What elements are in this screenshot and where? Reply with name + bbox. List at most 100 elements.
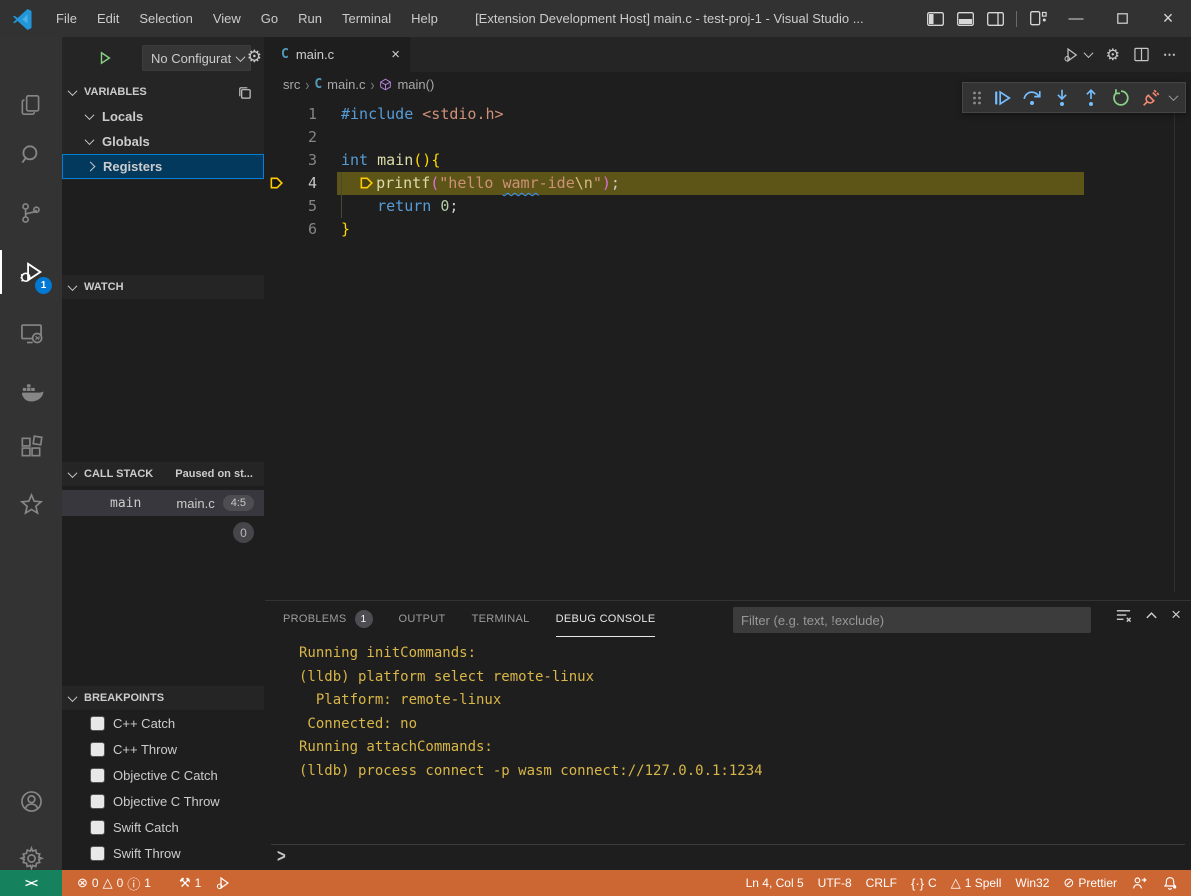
breakpoint-row[interactable]: Swift Throw <box>62 840 264 866</box>
debug-status-icon-item[interactable] <box>208 870 238 896</box>
maximize-button[interactable] <box>1099 0 1145 37</box>
code-line-6[interactable]: 6} <box>265 218 1191 241</box>
breakpoint-row[interactable]: Objective C Catch <box>62 762 264 788</box>
breadcrumb-folder[interactable]: src <box>283 77 300 92</box>
step-into-button[interactable] <box>1051 87 1073 109</box>
step-over-button[interactable] <box>1021 87 1043 109</box>
explorer-icon[interactable] <box>0 81 62 129</box>
toolbar-drag-grip[interactable] <box>971 90 983 106</box>
menu-selection[interactable]: Selection <box>129 6 202 32</box>
clear-console-icon[interactable] <box>1115 607 1132 624</box>
menu-edit[interactable]: Edit <box>87 6 129 32</box>
menu-help[interactable]: Help <box>401 6 448 32</box>
close-window-button[interactable]: × <box>1145 0 1191 37</box>
line-number[interactable]: 5 <box>265 195 317 218</box>
breakpoint-checkbox[interactable] <box>90 846 105 861</box>
language-mode[interactable]: {·} C <box>904 870 944 896</box>
stack-frame-row[interactable]: main main.c 4:5 <box>62 490 264 516</box>
code-line-4[interactable]: 4 printf("hello wamr-ide\n"); <box>265 172 1191 195</box>
breakpoint-row[interactable]: Swift Catch <box>62 814 264 840</box>
variables-scope-globals[interactable]: Globals <box>62 129 264 154</box>
breakpoint-row[interactable]: C++ Throw <box>62 736 264 762</box>
start-debug-icon[interactable] <box>98 51 112 65</box>
variables-scope-locals[interactable]: Locals <box>62 104 264 129</box>
breakpoint-row[interactable]: Objective C Throw <box>62 788 264 814</box>
docker-icon[interactable] <box>0 368 62 416</box>
breakpoint-checkbox[interactable] <box>90 742 105 757</box>
disconnect-button[interactable] <box>1140 87 1162 109</box>
close-tab-icon[interactable]: × <box>391 46 400 63</box>
editor-settings-gear-icon[interactable]: ⚙ <box>1106 45 1120 65</box>
watch-section-header[interactable]: WATCH <box>62 275 264 299</box>
code-line-5[interactable]: 5 return 0; <box>265 195 1191 218</box>
more-actions-icon[interactable]: ⋯ <box>1163 47 1177 63</box>
copy-value-icon[interactable] <box>237 85 252 100</box>
favorites-star-icon[interactable] <box>0 480 62 528</box>
customize-layout-icon[interactable] <box>1023 0 1053 37</box>
extensions-icon[interactable] <box>0 423 62 471</box>
line-number[interactable]: 3 <box>265 149 317 172</box>
line-number[interactable]: 4 <box>265 172 317 195</box>
console-input-row[interactable]: > <box>271 844 1185 868</box>
breadcrumb-file[interactable]: main.c <box>327 77 365 92</box>
continue-button[interactable] <box>991 87 1013 109</box>
remote-indicator[interactable]: >< <box>0 870 62 896</box>
toggle-panel-icon[interactable] <box>950 0 980 37</box>
remote-explorer-icon[interactable] <box>0 309 62 357</box>
debug-toolbar-chevron-icon[interactable] <box>1169 91 1179 101</box>
variables-scope-registers[interactable]: Registers <box>62 154 264 179</box>
breakpoints-section-header[interactable]: BREAKPOINTS <box>62 686 264 710</box>
toolchain-status[interactable]: ⚒ 1 <box>172 870 208 896</box>
close-panel-icon[interactable]: × <box>1171 605 1181 625</box>
menu-run[interactable]: Run <box>288 6 332 32</box>
code-line-3[interactable]: 3int main(){ <box>265 149 1191 172</box>
menu-go[interactable]: Go <box>251 6 288 32</box>
bottom-panel: PROBLEMS1OUTPUTTERMINALDEBUG CONSOLE × R… <box>265 600 1191 870</box>
breakpoint-checkbox[interactable] <box>90 794 105 809</box>
panel-tab-terminal[interactable]: TERMINAL <box>472 601 530 637</box>
open-launch-config-gear-icon[interactable]: ⚙ <box>247 47 262 67</box>
line-number[interactable]: 1 <box>265 103 317 126</box>
panel-tab-debug-console[interactable]: DEBUG CONSOLE <box>556 601 656 637</box>
search-icon[interactable] <box>0 131 62 179</box>
breadcrumb-symbol[interactable]: main() <box>397 77 434 92</box>
code-line-2[interactable]: 2 <box>265 126 1191 149</box>
platform-target[interactable]: Win32 <box>1008 870 1056 896</box>
variables-section-header[interactable]: VARIABLES <box>62 80 264 104</box>
eol-sequence[interactable]: CRLF <box>859 870 904 896</box>
console-filter-input[interactable] <box>733 607 1091 633</box>
toggle-secondary-sidebar-icon[interactable] <box>980 0 1010 37</box>
accounts-icon[interactable] <box>0 777 62 825</box>
line-number[interactable]: 6 <box>265 218 317 241</box>
spell-checker-status[interactable]: △ 1 Spell <box>944 870 1009 896</box>
menu-terminal[interactable]: Terminal <box>332 6 401 32</box>
call-stack-section-header[interactable]: CALL STACK Paused on st... <box>62 462 264 486</box>
run-or-debug-button[interactable] <box>1062 46 1092 64</box>
maximize-panel-icon[interactable] <box>1144 608 1159 623</box>
encoding[interactable]: UTF-8 <box>811 870 859 896</box>
minimize-button[interactable]: — <box>1053 0 1099 37</box>
menu-file[interactable]: File <box>46 6 87 32</box>
line-number[interactable]: 2 <box>265 126 317 149</box>
breakpoint-checkbox[interactable] <box>90 716 105 731</box>
breakpoint-checkbox[interactable] <box>90 768 105 783</box>
source-control-icon[interactable] <box>0 189 62 237</box>
split-editor-icon[interactable] <box>1134 47 1149 62</box>
menu-view[interactable]: View <box>203 6 251 32</box>
toggle-primary-sidebar-icon[interactable] <box>920 0 950 37</box>
run-and-debug-icon[interactable]: 1 <box>0 248 62 296</box>
breakpoint-row[interactable]: C++ Catch <box>62 710 264 736</box>
notifications-bell-item[interactable] <box>1155 870 1185 896</box>
step-out-button[interactable] <box>1080 87 1102 109</box>
restart-button[interactable] <box>1110 87 1132 109</box>
problems-status[interactable]: ⊗ 0 △ 0 ⓘ 1 <box>70 870 158 896</box>
cursor-position[interactable]: Ln 4, Col 5 <box>739 870 811 896</box>
breakpoint-checkbox[interactable] <box>90 820 105 835</box>
formatter-status[interactable]: ⊘ Prettier <box>1056 870 1124 896</box>
tab-main-c[interactable]: C main.c × <box>265 37 410 72</box>
code-editor[interactable]: 1#include <stdio.h>23int main(){4 printf… <box>265 97 1191 600</box>
debug-configuration-dropdown[interactable]: No Configurat <box>142 45 251 71</box>
feedback-icon-item[interactable] <box>1124 870 1155 896</box>
panel-tab-output[interactable]: OUTPUT <box>399 601 446 637</box>
panel-tab-problems[interactable]: PROBLEMS1 <box>283 601 373 637</box>
